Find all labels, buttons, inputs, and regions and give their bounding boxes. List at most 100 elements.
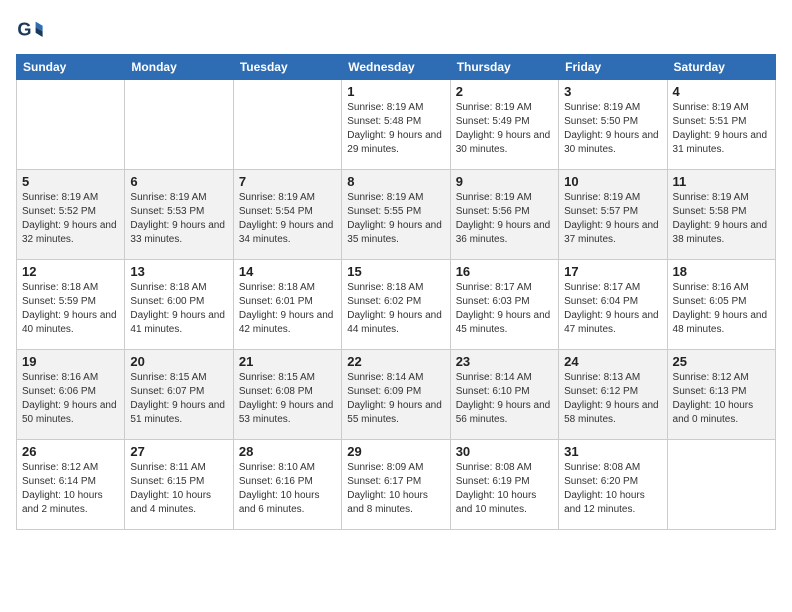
- calendar-cell: 1Sunrise: 8:19 AM Sunset: 5:48 PM Daylig…: [342, 80, 450, 170]
- header-saturday: Saturday: [667, 55, 775, 80]
- day-number: 25: [673, 354, 770, 369]
- calendar-cell: 11Sunrise: 8:19 AM Sunset: 5:58 PM Dayli…: [667, 170, 775, 260]
- day-info: Sunrise: 8:19 AM Sunset: 5:54 PM Dayligh…: [239, 191, 336, 247]
- day-info: Sunrise: 8:19 AM Sunset: 5:52 PM Dayligh…: [22, 191, 119, 247]
- day-number: 7: [239, 174, 336, 189]
- logo-icon: G: [16, 16, 44, 44]
- header-monday: Monday: [125, 55, 233, 80]
- day-info: Sunrise: 8:18 AM Sunset: 6:01 PM Dayligh…: [239, 281, 336, 337]
- calendar-header-row: SundayMondayTuesdayWednesdayThursdayFrid…: [17, 55, 776, 80]
- calendar-week-row: 1Sunrise: 8:19 AM Sunset: 5:48 PM Daylig…: [17, 80, 776, 170]
- calendar-cell: [233, 80, 341, 170]
- calendar-cell: 16Sunrise: 8:17 AM Sunset: 6:03 PM Dayli…: [450, 260, 558, 350]
- day-number: 13: [130, 264, 227, 279]
- day-info: Sunrise: 8:18 AM Sunset: 6:02 PM Dayligh…: [347, 281, 444, 337]
- day-info: Sunrise: 8:13 AM Sunset: 6:12 PM Dayligh…: [564, 371, 661, 427]
- day-number: 16: [456, 264, 553, 279]
- day-info: Sunrise: 8:18 AM Sunset: 5:59 PM Dayligh…: [22, 281, 119, 337]
- day-number: 15: [347, 264, 444, 279]
- day-number: 2: [456, 84, 553, 99]
- day-number: 19: [22, 354, 119, 369]
- svg-text:G: G: [17, 20, 31, 40]
- day-info: Sunrise: 8:19 AM Sunset: 5:49 PM Dayligh…: [456, 101, 553, 157]
- day-info: Sunrise: 8:11 AM Sunset: 6:15 PM Dayligh…: [130, 461, 227, 517]
- calendar-cell: 25Sunrise: 8:12 AM Sunset: 6:13 PM Dayli…: [667, 350, 775, 440]
- calendar-cell: 6Sunrise: 8:19 AM Sunset: 5:53 PM Daylig…: [125, 170, 233, 260]
- day-number: 17: [564, 264, 661, 279]
- calendar-cell: 30Sunrise: 8:08 AM Sunset: 6:19 PM Dayli…: [450, 440, 558, 530]
- day-number: 20: [130, 354, 227, 369]
- day-info: Sunrise: 8:10 AM Sunset: 6:16 PM Dayligh…: [239, 461, 336, 517]
- day-number: 10: [564, 174, 661, 189]
- day-number: 18: [673, 264, 770, 279]
- day-info: Sunrise: 8:19 AM Sunset: 5:58 PM Dayligh…: [673, 191, 770, 247]
- calendar-cell: 7 Sunrise: 8:19 AM Sunset: 5:54 PM Daylig…: [233, 170, 341, 260]
- day-number: 5: [22, 174, 119, 189]
- calendar-table: SundayMondayTuesdayWednesdayThursdayFrid…: [16, 54, 776, 530]
- day-number: 30: [456, 444, 553, 459]
- calendar-cell: 3Sunrise: 8:19 AM Sunset: 5:50 PM Daylig…: [559, 80, 667, 170]
- day-number: 27: [130, 444, 227, 459]
- calendar-cell: 12Sunrise: 8:18 AM Sunset: 5:59 PM Dayli…: [17, 260, 125, 350]
- calendar-cell: 24 Sunrise: 8:13 AM Sunset: 6:12 PM Dayli…: [559, 350, 667, 440]
- day-number: 14: [239, 264, 336, 279]
- logo: G: [16, 16, 48, 44]
- day-info: Sunrise: 8:12 AM Sunset: 6:14 PM Dayligh…: [22, 461, 119, 517]
- calendar-cell: 31 Sunrise: 8:08 AM Sunset: 6:20 PM Dayli…: [559, 440, 667, 530]
- calendar-cell: 21 Sunrise: 8:15 AM Sunset: 6:08 PM Dayli…: [233, 350, 341, 440]
- day-number: 3: [564, 84, 661, 99]
- calendar-cell: 28 Sunrise: 8:10 AM Sunset: 6:16 PM Dayli…: [233, 440, 341, 530]
- header-wednesday: Wednesday: [342, 55, 450, 80]
- day-number: 4: [673, 84, 770, 99]
- calendar-cell: [125, 80, 233, 170]
- page-header: G: [16, 16, 776, 44]
- day-info: Sunrise: 8:15 AM Sunset: 6:08 PM Dayligh…: [239, 371, 336, 427]
- header-thursday: Thursday: [450, 55, 558, 80]
- calendar-cell: 29 Sunrise: 8:09 AM Sunset: 6:17 PM Dayli…: [342, 440, 450, 530]
- calendar-cell: 10 Sunrise: 8:19 AM Sunset: 5:57 PM Dayli…: [559, 170, 667, 260]
- day-info: Sunrise: 8:16 AM Sunset: 6:05 PM Dayligh…: [673, 281, 770, 337]
- day-info: Sunrise: 8:16 AM Sunset: 6:06 PM Dayligh…: [22, 371, 119, 427]
- calendar-cell: 19 Sunrise: 8:16 AM Sunset: 6:06 PM Dayli…: [17, 350, 125, 440]
- calendar-cell: 22 Sunrise: 8:14 AM Sunset: 6:09 PM Dayli…: [342, 350, 450, 440]
- calendar-cell: 15 Sunrise: 8:18 AM Sunset: 6:02 PM Dayli…: [342, 260, 450, 350]
- day-number: 22: [347, 354, 444, 369]
- calendar-week-row: 26 Sunrise: 8:12 AM Sunset: 6:14 PM Dayli…: [17, 440, 776, 530]
- day-info: Sunrise: 8:14 AM Sunset: 6:09 PM Dayligh…: [347, 371, 444, 427]
- day-info: Sunrise: 8:19 AM Sunset: 5:57 PM Dayligh…: [564, 191, 661, 247]
- day-number: 6: [130, 174, 227, 189]
- day-number: 24: [564, 354, 661, 369]
- day-info: Sunrise: 8:09 AM Sunset: 6:17 PM Dayligh…: [347, 461, 444, 517]
- day-info: Sunrise: 8:15 AM Sunset: 6:07 PM Dayligh…: [130, 371, 227, 427]
- header-sunday: Sunday: [17, 55, 125, 80]
- header-friday: Friday: [559, 55, 667, 80]
- day-info: Sunrise: 8:19 AM Sunset: 5:51 PM Dayligh…: [673, 101, 770, 157]
- calendar-cell: 8 Sunrise: 8:19 AM Sunset: 5:55 PM Daylig…: [342, 170, 450, 260]
- day-number: 29: [347, 444, 444, 459]
- day-number: 31: [564, 444, 661, 459]
- calendar-cell: 20 Sunrise: 8:15 AM Sunset: 6:07 PM Dayli…: [125, 350, 233, 440]
- calendar-cell: 27 Sunrise: 8:11 AM Sunset: 6:15 PM Dayli…: [125, 440, 233, 530]
- day-number: 23: [456, 354, 553, 369]
- day-number: 26: [22, 444, 119, 459]
- calendar-week-row: 19 Sunrise: 8:16 AM Sunset: 6:06 PM Dayli…: [17, 350, 776, 440]
- calendar-cell: 23 Sunrise: 8:14 AM Sunset: 6:10 PM Dayli…: [450, 350, 558, 440]
- calendar-cell: [667, 440, 775, 530]
- calendar-week-row: 5 Sunrise: 8:19 AM Sunset: 5:52 PM Daylig…: [17, 170, 776, 260]
- day-number: 1: [347, 84, 444, 99]
- day-info: Sunrise: 8:19 AM Sunset: 5:56 PM Dayligh…: [456, 191, 553, 247]
- calendar-cell: 2 Sunrise: 8:19 AM Sunset: 5:49 PM Daylig…: [450, 80, 558, 170]
- day-number: 21: [239, 354, 336, 369]
- day-info: Sunrise: 8:19 AM Sunset: 5:55 PM Dayligh…: [347, 191, 444, 247]
- day-number: 9: [456, 174, 553, 189]
- day-number: 8: [347, 174, 444, 189]
- header-tuesday: Tuesday: [233, 55, 341, 80]
- day-info: Sunrise: 8:14 AM Sunset: 6:10 PM Dayligh…: [456, 371, 553, 427]
- day-info: Sunrise: 8:08 AM Sunset: 6:20 PM Dayligh…: [564, 461, 661, 517]
- calendar-cell: 5 Sunrise: 8:19 AM Sunset: 5:52 PM Daylig…: [17, 170, 125, 260]
- calendar-cell: 4 Sunrise: 8:19 AM Sunset: 5:51 PM Daylig…: [667, 80, 775, 170]
- day-info: Sunrise: 8:17 AM Sunset: 6:04 PM Dayligh…: [564, 281, 661, 337]
- calendar-cell: 9 Sunrise: 8:19 AM Sunset: 5:56 PM Daylig…: [450, 170, 558, 260]
- day-info: Sunrise: 8:18 AM Sunset: 6:00 PM Dayligh…: [130, 281, 227, 337]
- day-number: 28: [239, 444, 336, 459]
